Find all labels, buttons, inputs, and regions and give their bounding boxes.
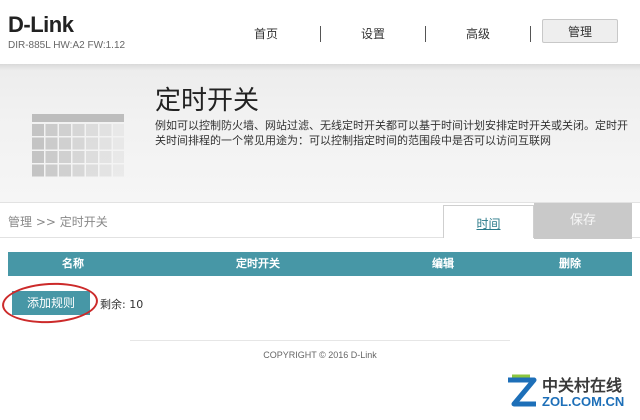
nav-advanced[interactable]: 高级 (426, 22, 530, 46)
breadcrumb-bar: 管理 >> 定时开关 时间 保存 (0, 202, 640, 239)
calendar-icon (32, 114, 124, 177)
schedule-table-header: 名称 定时开关 编辑 删除 (8, 252, 632, 276)
top-navigation-bar: D-Link DIR-885L HW:A2 FW:1.12 首页 设置 高级 管… (0, 0, 640, 64)
column-header-edit: 编辑 (432, 257, 454, 270)
remaining-count: 剩余: 10 (100, 298, 144, 311)
nav-home[interactable]: 首页 (212, 22, 320, 46)
brand-logo[interactable]: D-Link (8, 12, 74, 38)
add-rule-button[interactable]: 添加规则 (12, 291, 90, 315)
zol-logo-icon (508, 374, 537, 407)
main-nav: 首页 设置 高级 管理 (212, 19, 618, 46)
copyright-text: COPYRIGHT © 2016 D-Link (263, 350, 377, 360)
page-title: 定时开关 (155, 86, 260, 116)
nav-settings[interactable]: 设置 (321, 22, 425, 46)
nav-management[interactable]: 管理 (542, 19, 618, 43)
model-info: DIR-885L HW:A2 FW:1.12 (8, 40, 126, 51)
footer-divider (130, 340, 510, 341)
zol-watermark: 中关村在线 ZOL.COM.CN (506, 370, 636, 414)
save-button[interactable]: 保存 (534, 203, 632, 239)
page-header-banner: 定时开关 例如可以控制防火墙、网站过滤、无线定时开关都可以基于时间计划安排定时开… (0, 64, 640, 202)
breadcrumb: 管理 >> 定时开关 (8, 215, 108, 229)
watermark-chinese: 中关村在线 (542, 376, 623, 395)
column-header-name: 名称 (62, 257, 84, 270)
watermark-english: ZOL.COM.CN (542, 394, 625, 409)
nav-divider (530, 26, 531, 42)
column-header-delete: 删除 (559, 257, 581, 270)
column-header-schedule: 定时开关 (236, 257, 280, 270)
page-description: 例如可以控制防火墙、网站过滤、无线定时开关都可以基于时间计划安排定时开关或关闭。… (155, 119, 628, 147)
time-schedule-link[interactable]: 时间 (443, 205, 534, 238)
